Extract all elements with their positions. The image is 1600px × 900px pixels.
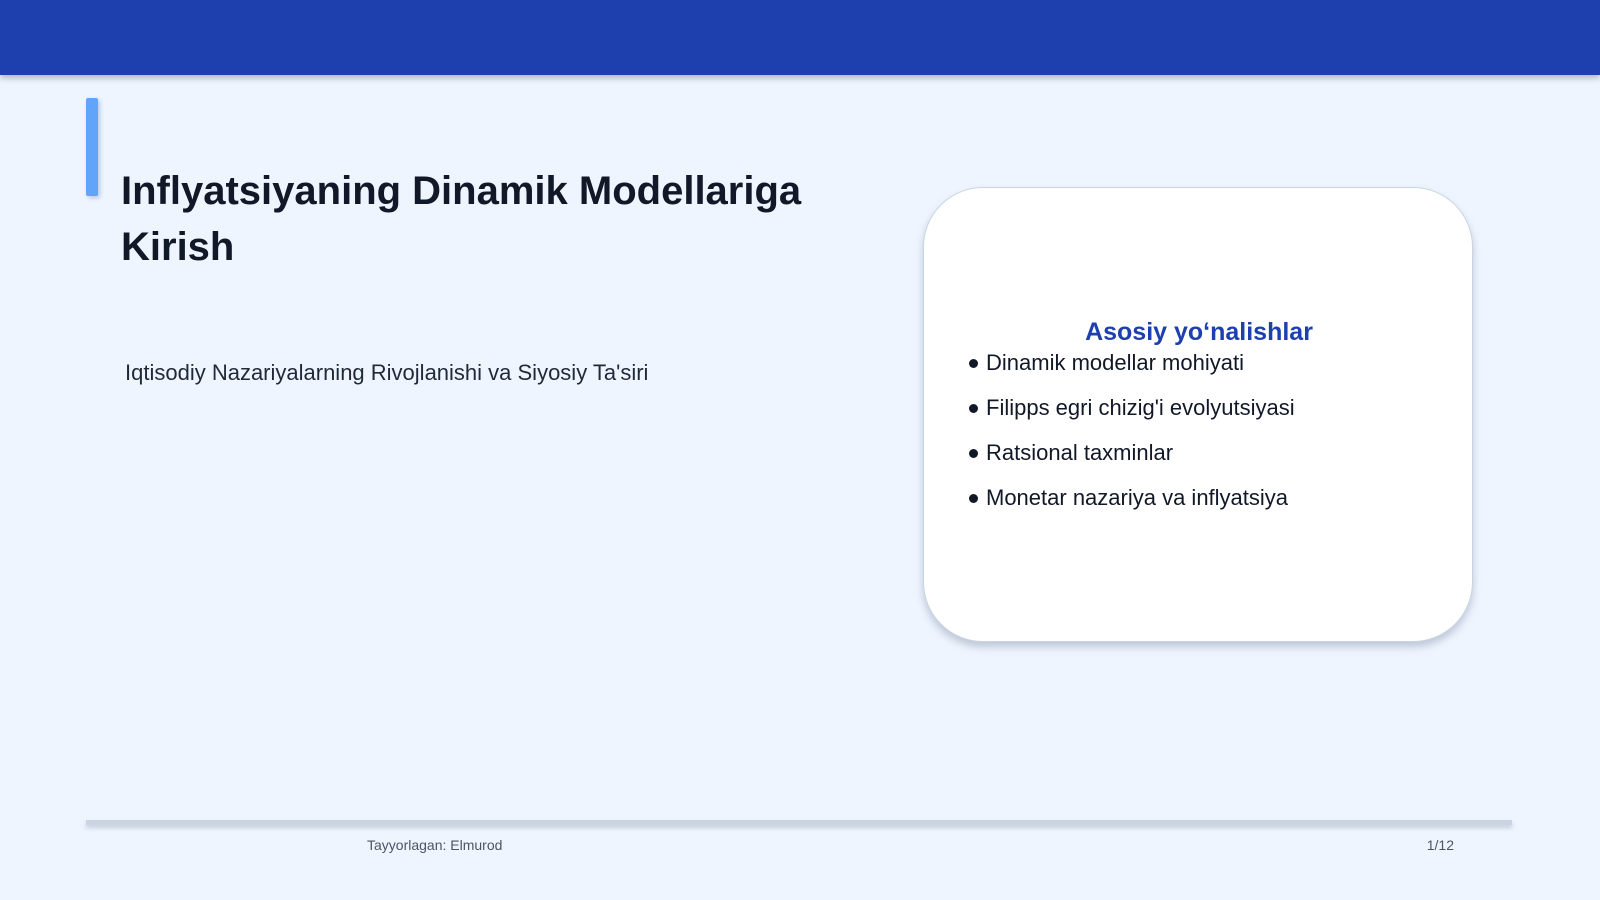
- footer-author: Tayyorlagan: Elmurod: [367, 837, 503, 853]
- list-item-label: Filipps egri chizig'i evolyutsiyasi: [986, 395, 1295, 420]
- footer-divider: [86, 820, 1512, 825]
- bullet-icon: [969, 493, 978, 503]
- bullet-icon: [969, 448, 978, 458]
- list-item: Monetar nazariya va inflyatsiya: [969, 483, 1449, 513]
- list-item-label: Ratsional taxminlar: [986, 440, 1174, 465]
- key-directions-list: Dinamik modellar mohiyati Filipps egri c…: [969, 348, 1449, 528]
- list-item-label: Monetar nazariya va inflyatsiya: [986, 485, 1289, 510]
- bullet-icon: [969, 358, 978, 368]
- bullet-icon: [969, 403, 978, 413]
- card-heading: Asosiy yo‘nalishlar: [1085, 318, 1313, 346]
- list-item: Dinamik modellar mohiyati: [969, 348, 1449, 378]
- title-accent-bar: [86, 98, 98, 196]
- page-number: 1/12: [1426, 837, 1454, 853]
- key-directions-card: Asosiy yo‘nalishlar Dinamik modellar moh…: [923, 187, 1473, 642]
- list-item: Ratsional taxminlar: [969, 438, 1449, 468]
- list-item: Filipps egri chizig'i evolyutsiyasi: [969, 393, 1449, 423]
- slide-title: Inflyatsiyaning Dinamik Modellariga Kiri…: [121, 169, 802, 269]
- slide-subtitle: Iqtisodiy Nazariyalarning Rivojlanishi v…: [125, 360, 649, 385]
- header-bar: [0, 0, 1600, 75]
- list-item-label: Dinamik modellar mohiyati: [986, 350, 1244, 375]
